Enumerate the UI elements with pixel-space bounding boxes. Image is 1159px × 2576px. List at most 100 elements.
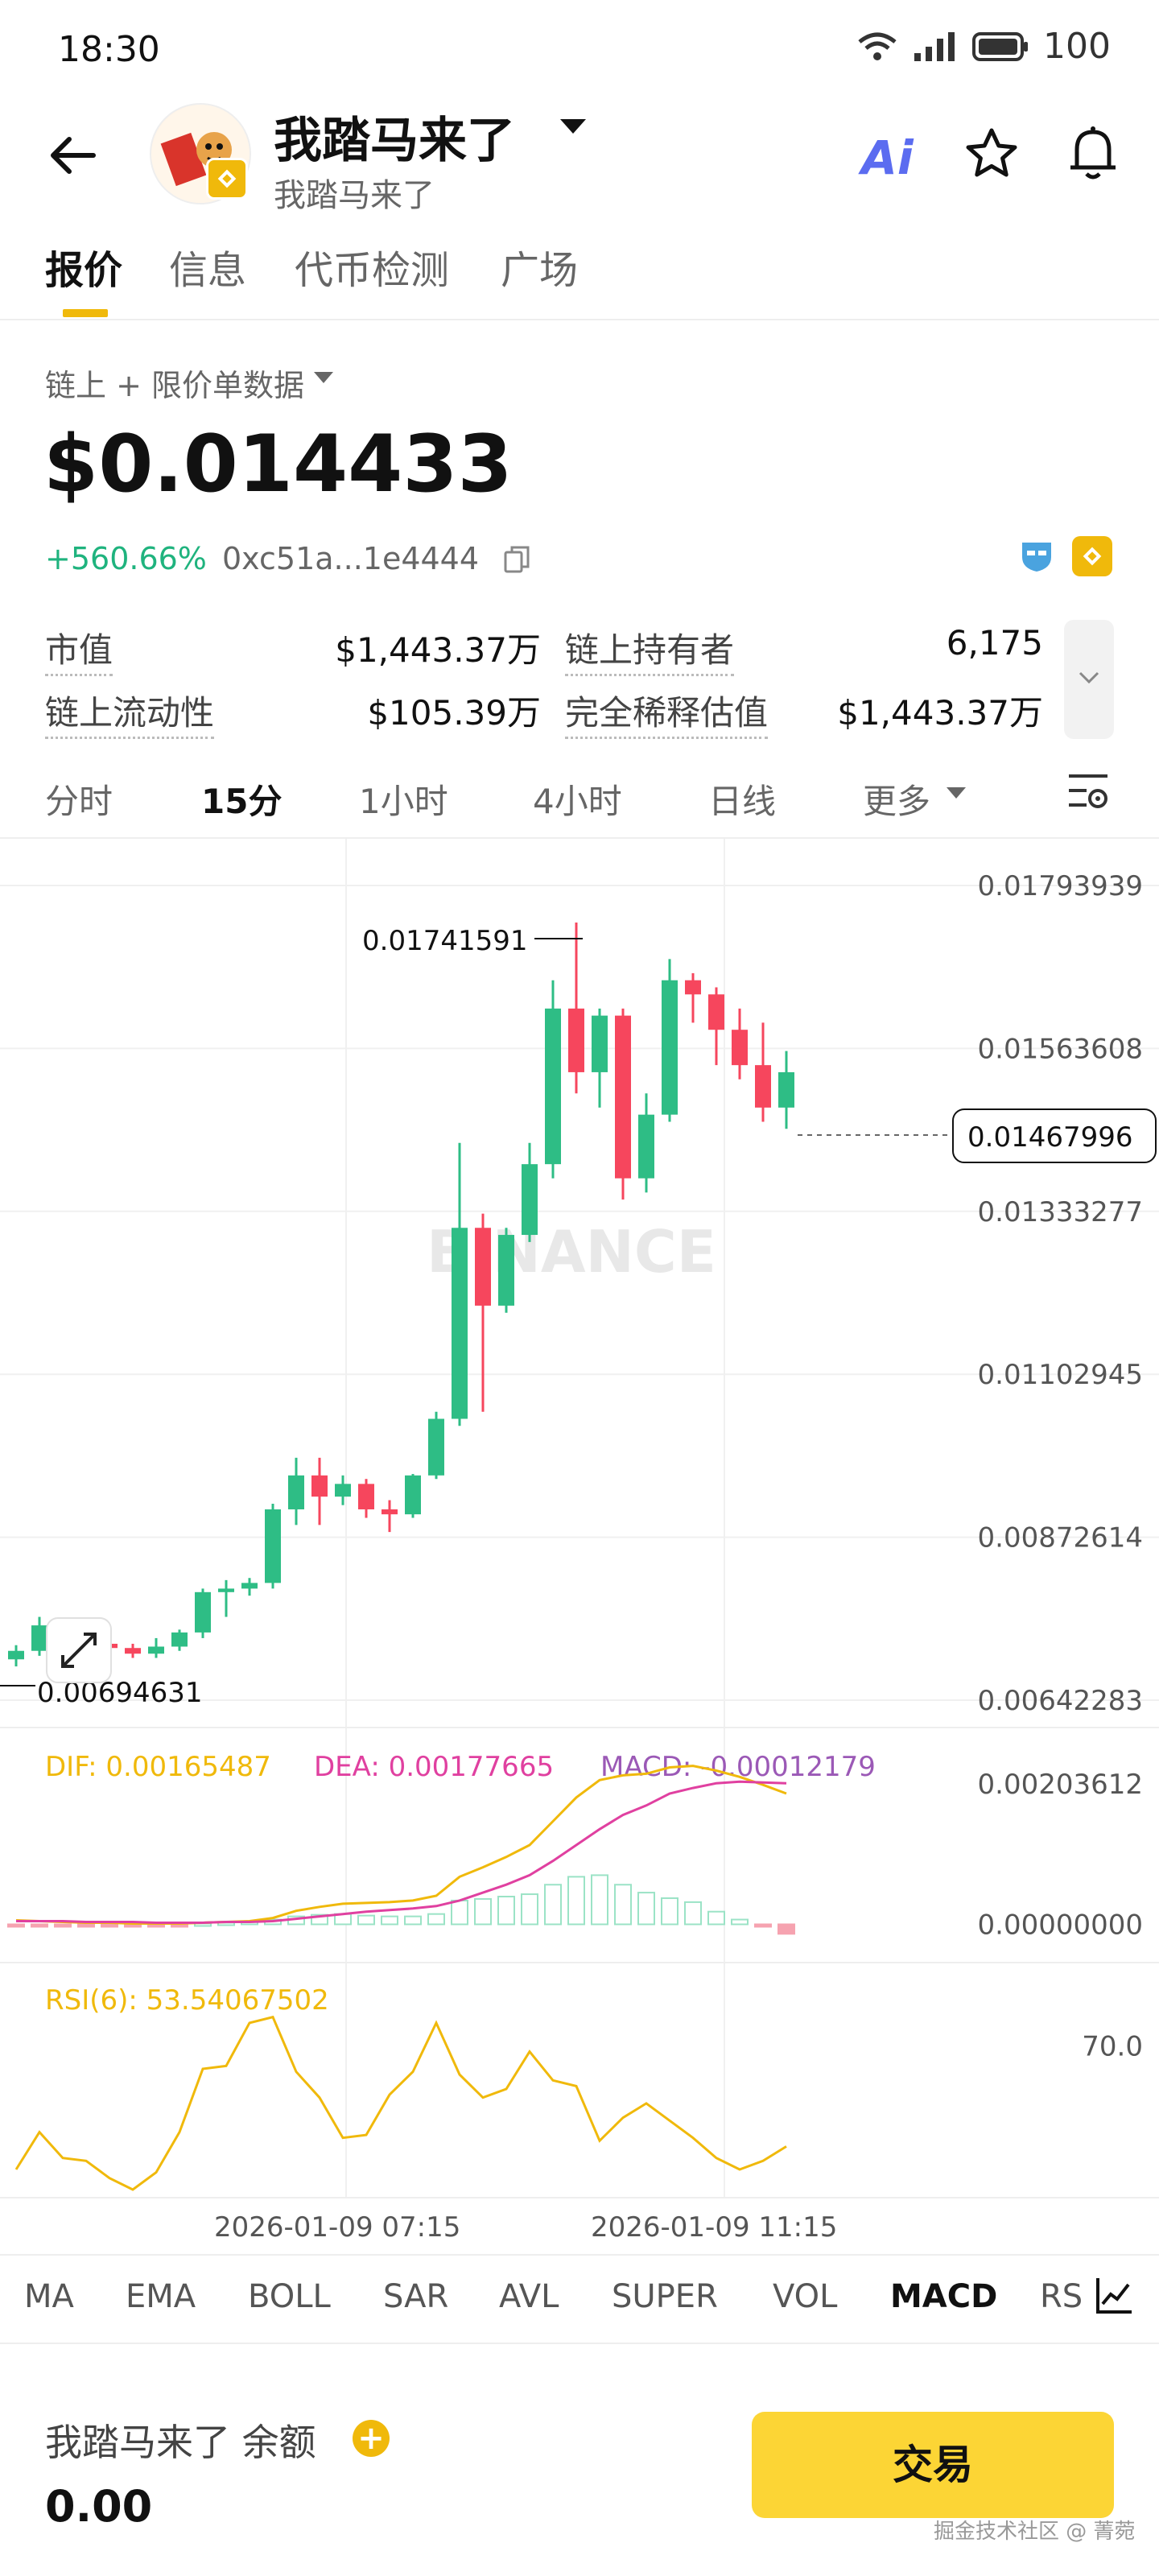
balance-value: 0.00 [45,2481,153,2532]
tab-token-check[interactable]: 代币检测 [295,238,449,295]
dea-label: DEA: 0.00177665 [314,1751,554,1783]
bell-icon[interactable] [1064,122,1122,184]
candle-body [195,1591,211,1633]
signal-icon [914,31,955,61]
candle-body [545,1008,561,1165]
macd-histogram-bar [614,1884,632,1926]
source-watermark: 掘金技术社区 @ 菁菀 [934,2520,1136,2544]
macd-tick-label: 0.00000000 [978,1909,1144,1941]
indicator-vol[interactable]: VOL [773,2278,837,2315]
macd-histogram-bar [31,1923,48,1928]
indicator-macd[interactable]: MACD [890,2278,997,2315]
tab-quote[interactable]: 报价 [45,238,122,295]
indicator-sar[interactable]: SAR [383,2278,448,2315]
battery-icon [972,31,1029,61]
interval-more[interactable]: 更多 [863,774,930,824]
status-icons: 100 [856,26,1111,67]
price-tick-label: 0.01563608 [978,1033,1144,1065]
add-balance-icon[interactable]: + [353,2420,390,2457]
rsi-line [14,2015,787,2191]
macd-histogram-bar [544,1884,562,1926]
indicator-super[interactable]: SUPER [612,2278,718,2315]
macd-histogram-bar [497,1896,515,1926]
interval-time-share[interactable]: 分时 [45,774,113,824]
ai-icon[interactable]: Ai [861,130,914,185]
price-change: +560.66% [45,541,207,576]
star-icon[interactable] [963,126,1021,184]
interval-15m[interactable]: 15分 [201,774,282,824]
tab-square[interactable]: 广场 [501,238,578,295]
candle-body [685,980,701,995]
candle-body [428,1418,444,1476]
token-title[interactable]: 我踏马来了 [274,101,515,171]
candle-body [358,1484,374,1509]
candle-body [241,1583,258,1589]
trade-button[interactable]: 交易 [752,2412,1114,2518]
token-subtitle: 我踏马来了 [274,177,435,214]
candle-body [31,1625,47,1651]
interval-daily[interactable]: 日线 [708,774,776,824]
macd-histogram-bar [731,1918,749,1926]
current-price: $0.014433 [43,419,513,510]
fdv-value: $1,443.37万 [837,693,1043,733]
macd-label: MACD: -0.00012179 [600,1751,876,1783]
macd-histogram-bar [567,1876,585,1926]
candle-body [592,1015,608,1072]
price-tick-label: 0.00872614 [978,1522,1144,1554]
candles [8,923,794,1667]
candle-body [522,1164,538,1236]
indicator-boll[interactable]: BOLL [248,2278,331,2315]
candle-body [382,1509,398,1515]
indicator-chart-icon[interactable] [1093,2275,1135,2317]
macd-histogram-bar [474,1897,492,1926]
tab-info[interactable]: 信息 [169,238,246,295]
chart-expand-button[interactable] [46,1617,112,1683]
bnb-chain-icon[interactable] [1072,536,1112,576]
fdv-label: 完全稀释估值 [565,686,769,739]
indicator-ma[interactable]: MA [24,2278,74,2315]
stats-expand-button[interactable] [1064,620,1114,739]
candle-body [568,1008,584,1072]
title-dropdown-caret-icon[interactable] [560,119,586,134]
copy-icon[interactable] [502,544,531,575]
divider [0,319,1159,320]
macd-histogram-bar [637,1892,655,1926]
data-source-caret-icon[interactable] [314,372,333,383]
interval-4h[interactable]: 4小时 [533,774,622,824]
macd-tick-label: 0.00203612 [978,1769,1144,1801]
data-source-selector[interactable]: 链上 + 限价单数据 [45,361,304,405]
high-price-label: 0.01741591 [362,925,528,957]
price-tick-label: 0.01333277 [978,1196,1144,1228]
candle-body [755,1065,771,1108]
macd-histogram-bar [591,1874,608,1926]
price-tick-label: 0.00642283 [978,1685,1144,1717]
indicator-ema[interactable]: EMA [126,2278,196,2315]
back-arrow-icon[interactable] [45,127,101,184]
chevron-down-icon [1079,671,1099,684]
candle-body [8,1650,24,1660]
indicator-avl[interactable]: AVL [499,2278,559,2315]
contract-address: 0xc51a...1e4444 [222,541,480,576]
more-caret-icon[interactable] [947,787,966,799]
candle-body [708,994,724,1030]
candle-body [662,980,678,1115]
candle-body [148,1646,164,1654]
price-chart[interactable]: BINANCE 0.017939390.015636080.013332770.… [0,839,1159,2249]
candle-body [405,1475,421,1515]
candle-body [288,1475,304,1509]
candle-body [498,1235,514,1306]
chart-settings-icon[interactable] [1064,766,1112,815]
rsi-tick-label: 70.0 [1082,2030,1143,2062]
candle-body [311,1475,328,1497]
chain-badge-icon [206,158,248,200]
candle-body [171,1632,188,1647]
liquidity-label: 链上流动性 [45,686,215,739]
rsi-label: RSI(6): 53.54067502 [45,1984,329,2017]
status-time: 18:30 [58,29,160,70]
macd-histogram-bar [684,1901,702,1926]
indicator-rsi[interactable]: RS [1040,2278,1083,2315]
macd-histogram-bar [777,1923,795,1935]
security-mask-icon[interactable] [1017,536,1056,575]
macd-histogram-bar [661,1897,678,1926]
interval-1h[interactable]: 1小时 [359,774,448,824]
